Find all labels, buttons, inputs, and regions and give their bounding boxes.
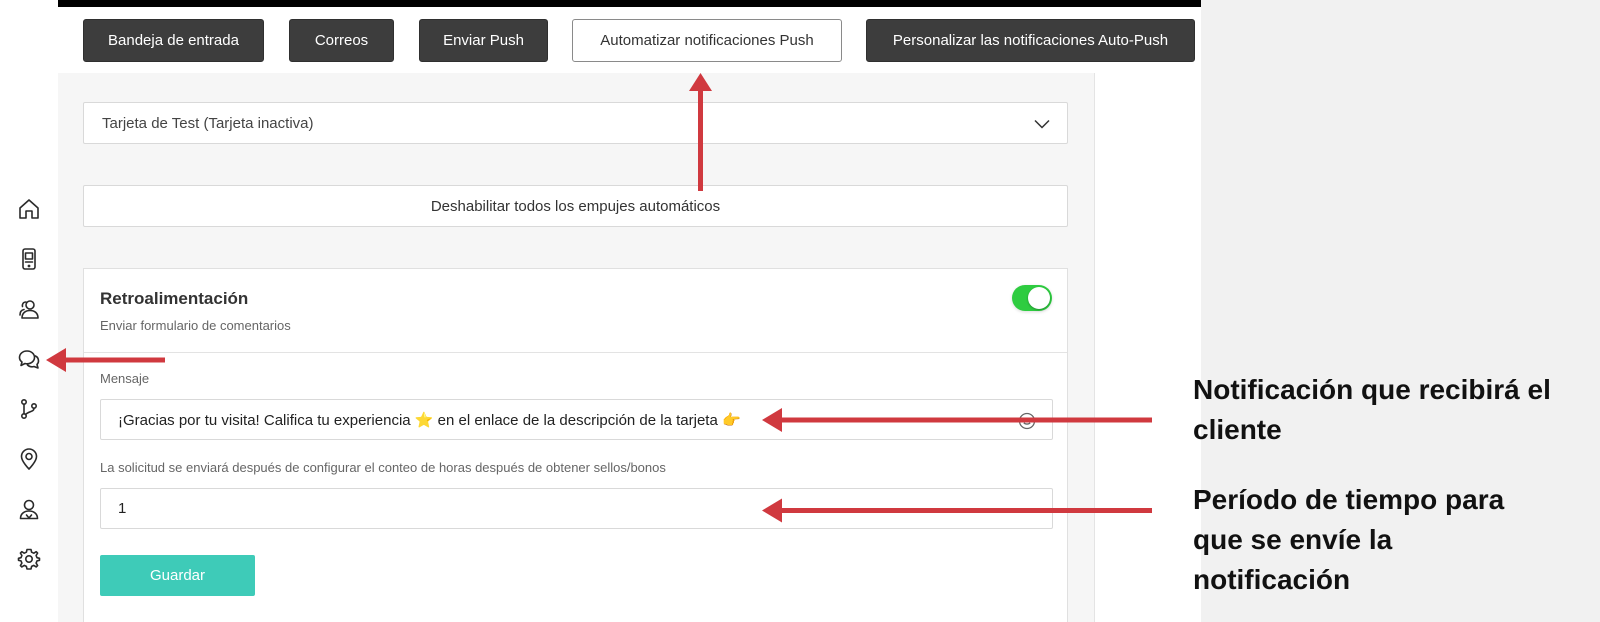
hours-input-value: 1 — [118, 500, 127, 517]
disable-all-auto-push-button[interactable]: Deshabilitar todos los empujes automátic… — [83, 185, 1068, 227]
note-line: cliente — [1193, 414, 1282, 445]
tab-inbox[interactable]: Bandeja de entrada — [83, 19, 264, 62]
message-label: Mensaje — [100, 371, 150, 386]
feedback-card-subtitle: Enviar formulario de comentarios — [100, 318, 291, 333]
chevron-down-icon — [1033, 115, 1051, 133]
tab-customize-auto-push[interactable]: Personalizar las notificaciones Auto-Pus… — [866, 19, 1195, 62]
card-select[interactable]: Tarjeta de Test (Tarjeta inactiva) — [83, 102, 1068, 144]
annotation-note-message: Notificación que recibirá el cliente — [1193, 370, 1551, 450]
location-pin-icon[interactable] — [17, 447, 41, 471]
user-icon[interactable] — [17, 497, 41, 521]
tab-automate-push[interactable]: Automatizar notificaciones Push — [572, 19, 842, 62]
note-line: que se envíe la — [1193, 524, 1393, 555]
feedback-card: Retroalimentación Enviar formulario de c… — [83, 268, 1068, 622]
mobile-card-icon[interactable] — [17, 247, 41, 271]
note-line: notificación — [1193, 564, 1351, 595]
save-button[interactable]: Guardar — [100, 555, 255, 596]
chat-icon[interactable] — [17, 347, 41, 371]
emoji-picker-icon[interactable] — [1018, 412, 1036, 430]
annotation-note-hours: Período de tiempo para que se envíe la n… — [1193, 480, 1504, 600]
feedback-card-title: Retroalimentación — [100, 289, 249, 308]
feedback-card-header: Retroalimentación Enviar formulario de c… — [84, 269, 1067, 353]
top-bar — [0, 0, 1201, 7]
branch-icon[interactable] — [17, 397, 41, 421]
note-line: Período de tiempo para — [1193, 484, 1505, 515]
sidebar — [0, 0, 58, 622]
users-icon[interactable] — [17, 297, 41, 321]
message-input-value: ¡Gracias por tu visita! Califica tu expe… — [118, 411, 741, 429]
hours-label: La solicitud se enviará después de confi… — [100, 460, 666, 475]
card-select-value: Tarjeta de Test (Tarjeta inactiva) — [102, 114, 314, 132]
toggle-knob — [1028, 287, 1050, 309]
message-input[interactable]: ¡Gracias por tu visita! Califica tu expe… — [100, 399, 1053, 440]
tab-send-push[interactable]: Enviar Push — [419, 19, 548, 62]
tab-emails[interactable]: Correos — [289, 19, 394, 62]
settings-gear-icon[interactable] — [17, 547, 41, 571]
feedback-toggle[interactable] — [1012, 285, 1052, 311]
home-icon[interactable] — [17, 197, 41, 221]
hours-input[interactable]: 1 — [100, 488, 1053, 529]
note-line: Notificación que recibirá el — [1193, 374, 1551, 405]
